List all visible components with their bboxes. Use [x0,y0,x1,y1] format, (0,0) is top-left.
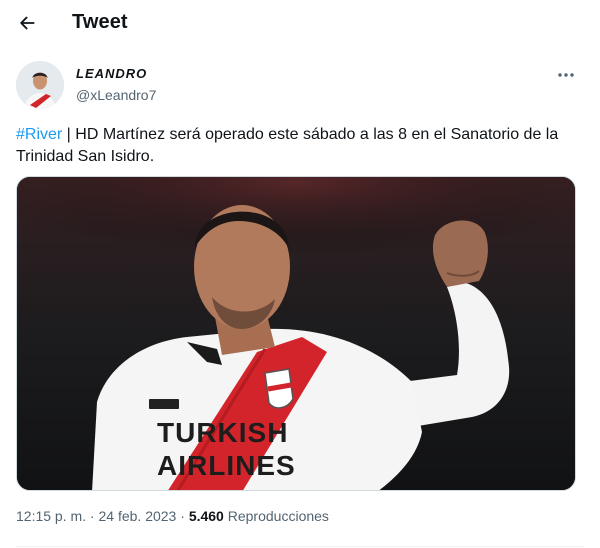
tweet-meta: 12:15 p. m. · 24 feb. 2023 · 5.460 Repro… [16,508,329,524]
text-separator: | [62,126,76,143]
media-photo: TURKISH AIRLINES [17,177,575,490]
divider [16,546,584,547]
sponsor-line-1: TURKISH [157,417,288,448]
sponsor-line-2: AIRLINES [157,450,296,481]
hashtag-link[interactable]: #River [16,126,62,143]
tweet-media[interactable]: TURKISH AIRLINES [16,176,576,491]
tweet-time[interactable]: 12:15 p. m. [16,508,86,524]
more-options-button[interactable] [554,65,578,85]
avatar[interactable] [16,61,64,109]
back-button[interactable] [10,6,44,40]
more-horizontal-icon [558,73,574,77]
meta-dot-2: · [176,508,189,524]
meta-dot: · [86,508,99,524]
arrow-left-icon [20,16,35,30]
tweet-body: HD Martínez será operado este sábado a l… [16,126,559,165]
author-display-name[interactable]: LEANDRO [76,66,147,81]
top-bar: Tweet [0,0,600,48]
avatar-image [16,61,64,109]
views-count: 5.460 [188,508,224,524]
author-row: LEANDRO @xLeandro7 [16,61,584,111]
tweet-date[interactable]: 24 feb. 2023 [99,508,177,524]
page-title: Tweet [72,11,128,33]
author-handle[interactable]: @xLeandro7 [76,87,156,103]
views-label: Reproducciones [223,508,329,524]
tweet-text: #River | HD Martínez será operado este s… [16,124,584,168]
